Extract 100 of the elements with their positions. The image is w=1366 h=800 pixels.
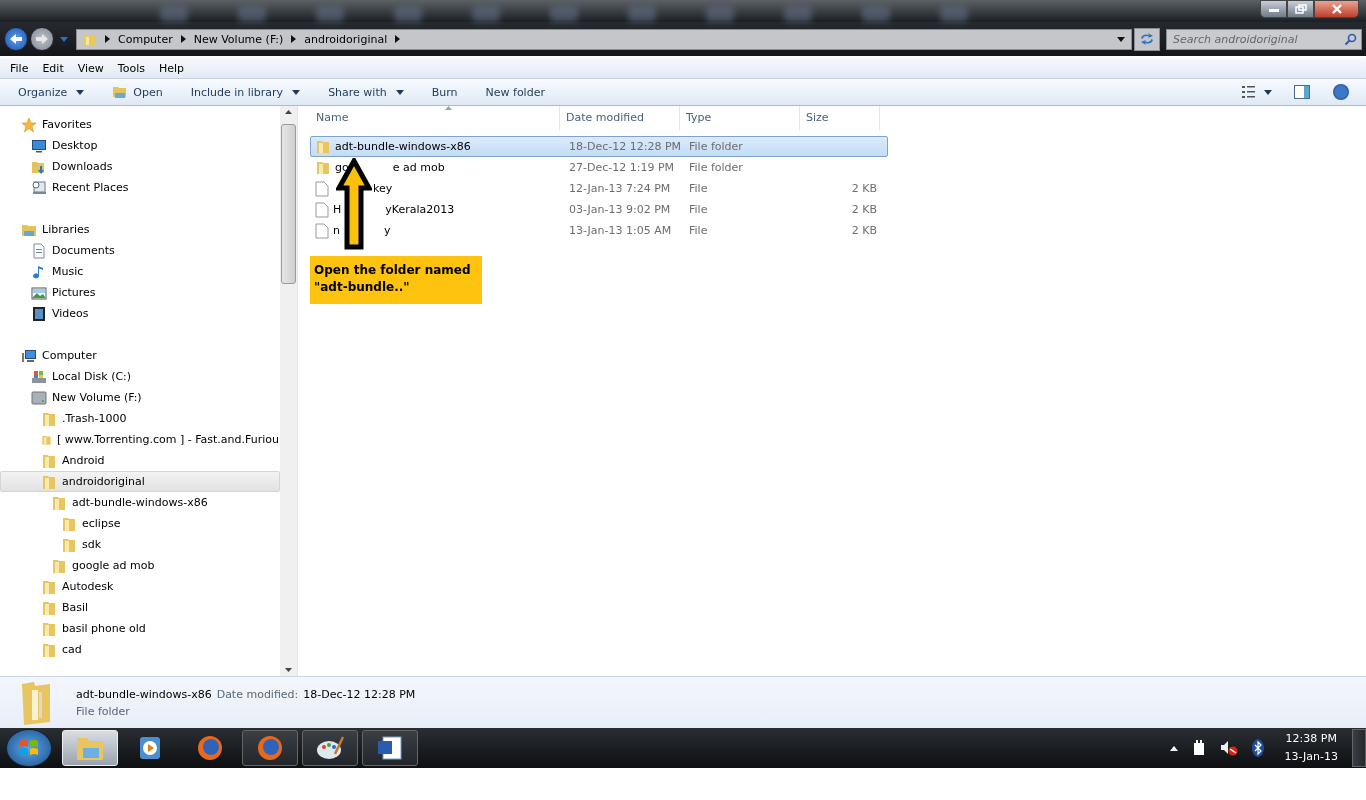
refresh-button[interactable] (1134, 27, 1160, 51)
clock[interactable]: 12:38 PM 13-Jan-13 (1284, 730, 1338, 766)
start-button[interactable] (6, 729, 52, 767)
tree-item[interactable]: basil phone old (0, 618, 280, 639)
tree-item[interactable]: Videos (0, 303, 280, 324)
menu-item[interactable]: File (3, 61, 36, 75)
scrollbar[interactable] (280, 106, 297, 676)
tree-item[interactable]: Music (0, 261, 280, 282)
tree-item[interactable]: google ad mob (0, 555, 280, 576)
toolbar-button[interactable]: Open (102, 81, 173, 103)
column-header[interactable]: Size (800, 106, 880, 130)
tree-item[interactable]: adt-bundle-windows-x86 (0, 492, 280, 513)
column-header[interactable]: Date modified (560, 106, 680, 130)
toolbar-button[interactable]: Burn (421, 81, 468, 103)
tree-item[interactable]: cad (0, 639, 280, 660)
tree-item[interactable]: Recent Places (0, 177, 280, 198)
toolbar-button[interactable]: Organize (8, 81, 95, 103)
details-value: 18-Dec-12 12:28 PM (303, 687, 416, 701)
forward-button[interactable] (30, 27, 54, 51)
tree-item[interactable]: Computer (0, 345, 280, 366)
toolbar-button[interactable]: Share with (318, 81, 414, 103)
folder-icon (83, 32, 97, 46)
tree-item[interactable]: Downloads (0, 156, 280, 177)
taskbar-document-icon[interactable] (362, 730, 418, 766)
breadcrumb[interactable]: androidoriginal (304, 32, 388, 46)
caret-icon (292, 89, 301, 95)
tree-item[interactable]: androidoriginal (0, 471, 280, 492)
menu-item[interactable]: Edit (35, 61, 71, 75)
file-row[interactable]: n y 13-Jan-13 1:05 AM File 2 KB (310, 220, 888, 241)
address-bar[interactable]: Computer New Volume (F:) androidoriginal (76, 28, 1132, 50)
tree-item-icon (31, 389, 47, 406)
tree-item[interactable]: sdk (0, 534, 280, 555)
back-button[interactable] (4, 27, 28, 51)
taskbar-palette-icon[interactable] (302, 730, 358, 766)
tree-item[interactable]: [ www.Torrenting.com ] - Fast.and.Furiou (0, 429, 280, 450)
file-row[interactable]: H yKerala2013 03-Jan-13 9:02 PM File 2 KB (310, 199, 888, 220)
menu-item[interactable]: Help (151, 61, 192, 75)
tree-item[interactable]: Autodesk (0, 576, 280, 597)
taskbar-globe-icon[interactable] (242, 730, 298, 766)
arrow-right-icon (35, 33, 49, 45)
speaker-muted-icon[interactable] (1220, 740, 1239, 756)
tree-item-icon (41, 452, 57, 469)
file-icon (315, 222, 329, 239)
tree-item-icon (21, 347, 37, 364)
power-plug-icon[interactable] (1192, 740, 1207, 756)
minimize-button[interactable] (1260, 0, 1287, 18)
date-modified-cell-text: 03-Jan-13 9:02 PM (568, 203, 672, 216)
tree-item[interactable]: Pictures (0, 282, 280, 303)
tree-item-icon (41, 641, 57, 658)
tree-item-icon (61, 515, 77, 532)
menu-item[interactable]: Tools (110, 61, 152, 75)
file-row[interactable]: adt-bundle-windows-x86 18-Dec-12 12:28 PM File folder (310, 136, 888, 157)
help-icon (1332, 83, 1350, 101)
history-caret-icon[interactable] (60, 36, 68, 42)
tree-item[interactable]: New Volume (F:) (0, 387, 280, 408)
tree-item[interactable]: Documents (0, 240, 280, 261)
show-desktop-button[interactable] (1352, 729, 1366, 767)
file-icon (315, 180, 329, 197)
column-header[interactable]: Type (680, 106, 800, 130)
close-button[interactable] (1314, 0, 1359, 18)
breadcrumb-arrow-icon[interactable] (105, 35, 110, 43)
breadcrumb[interactable]: Computer (118, 32, 173, 46)
tree-item-icon (51, 557, 67, 574)
tree-item[interactable]: Android (0, 450, 280, 471)
tree-item[interactable]: Libraries (0, 219, 280, 240)
tree-item-icon (31, 368, 47, 385)
file-icon (315, 201, 329, 218)
menu-item[interactable]: View (70, 61, 111, 75)
restore-button[interactable] (1287, 0, 1314, 18)
tree-item[interactable]: Basil (0, 597, 280, 618)
date-modified-cell-text: 27-Dec-12 1:19 PM (568, 161, 676, 174)
type-cell-text: File (688, 203, 709, 216)
show-hidden-icons-icon[interactable] (1170, 745, 1179, 751)
bluetooth-icon[interactable] (1252, 739, 1265, 757)
tree-item-icon (21, 116, 37, 133)
tree-item[interactable]: Desktop (0, 135, 280, 156)
tree-item[interactable]: eclipse (0, 513, 280, 534)
tree-item[interactable]: Favorites (0, 114, 280, 135)
file-name: n (333, 224, 340, 237)
breadcrumb-arrow-icon[interactable] (291, 35, 297, 43)
file-row[interactable]: key 12-Jan-13 7:24 PM File 2 KB (310, 178, 888, 199)
tree-item[interactable]: .Trash-1000 (0, 408, 280, 429)
caret-icon (395, 89, 404, 95)
tree-item-icon (41, 620, 57, 637)
scroll-down-icon[interactable] (285, 668, 292, 672)
tree-item[interactable]: Local Disk (C:) (0, 366, 280, 387)
breadcrumb-arrow-icon[interactable] (180, 35, 186, 43)
breadcrumb[interactable]: New Volume (F:) (193, 32, 284, 46)
scrollbar-thumb[interactable] (281, 124, 296, 284)
search-icon[interactable] (1344, 32, 1357, 46)
toolbar-button[interactable]: Include in library (180, 81, 311, 103)
dropdown-caret-icon[interactable] (1117, 36, 1125, 42)
search-field[interactable]: Search androidoriginal (1166, 28, 1362, 50)
details-label: Date modified: (216, 687, 299, 701)
file-name: key (373, 182, 393, 195)
file-name: e ad mob (392, 161, 445, 174)
scroll-up-icon[interactable] (285, 110, 292, 114)
toolbar-button[interactable]: New folder (475, 81, 555, 103)
breadcrumb-arrow-icon[interactable] (395, 35, 401, 43)
tree-item-icon (31, 305, 47, 322)
